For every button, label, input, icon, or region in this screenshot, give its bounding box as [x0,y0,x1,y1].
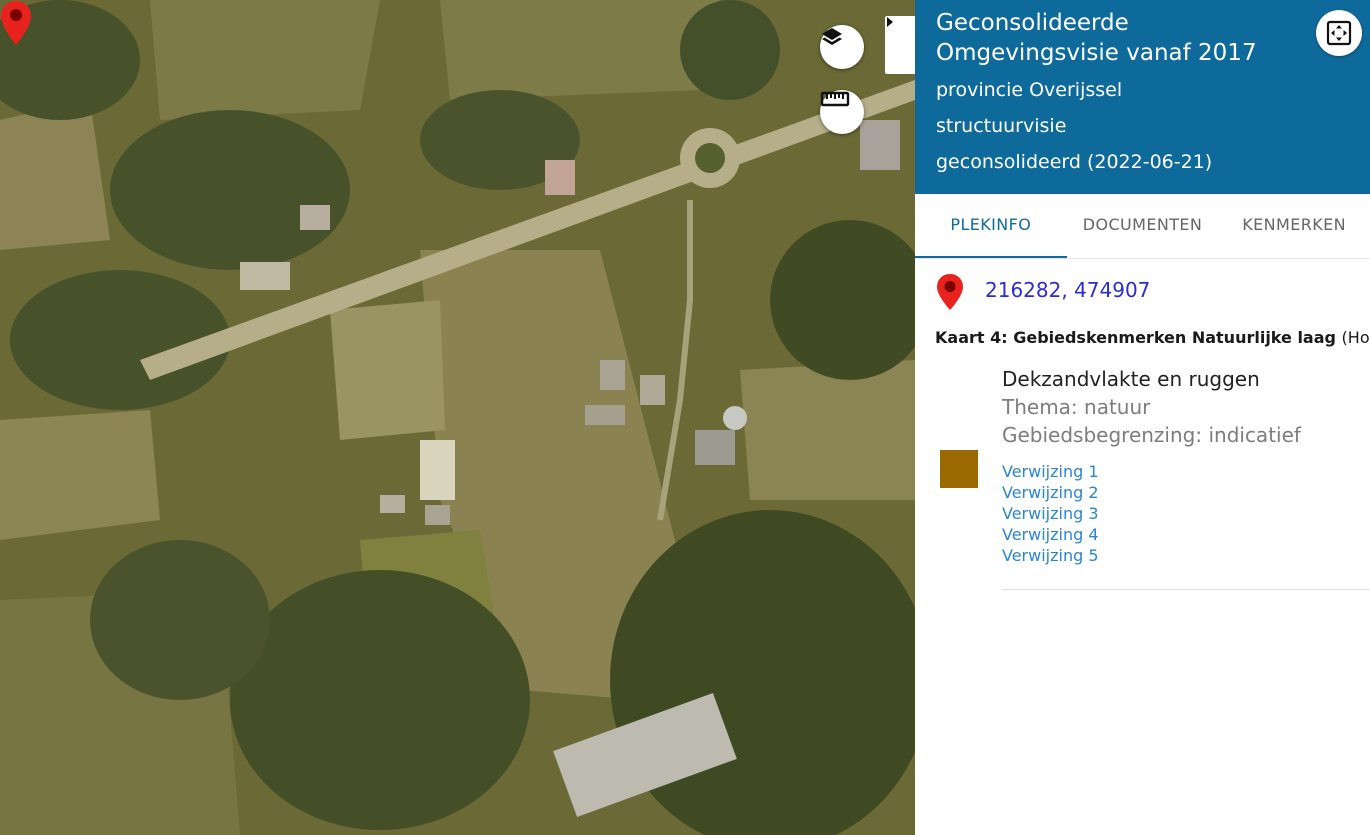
reference-list: Verwijzing 1 Verwijzing 2 Verwijzing 3 V… [1002,461,1370,566]
fullscreen-button[interactable] [1316,10,1362,56]
info-panel: Geconsolideerde Omgevingsvisie vanaf 201… [915,0,1370,835]
layers-icon [822,28,842,45]
panel-header: Geconsolideerde Omgevingsvisie vanaf 201… [915,0,1370,194]
aerial-photo [0,0,915,835]
plan-authority: provincie Overijssel [936,79,1123,101]
feature-entry: Dekzandvlakte en ruggen Thema: natuur Ge… [915,365,1370,605]
feature-theme: Thema: natuur [1002,395,1151,419]
plan-status: geconsolideerd (2022-06-21) [936,151,1213,173]
map-layer-title: Kaart 4: Gebiedskenmerken Natuurlijke la… [935,328,1370,347]
fullscreen-icon [1326,20,1352,46]
location-pin-icon [937,274,963,310]
legend-swatch [940,450,978,488]
reference-link-4[interactable]: Verwijzing 4 [1002,524,1370,545]
plan-type: structuurvisie [936,115,1067,137]
map-layer-title-suffix: (Hoe) [1341,328,1370,347]
plan-meta: provincie Overijssel structuurvisie geco… [936,72,1370,180]
reference-link-5[interactable]: Verwijzing 5 [1002,545,1370,566]
coordinates-link[interactable]: 216282, 474907 [985,278,1150,302]
map-marker-icon[interactable] [0,0,32,46]
reference-link-1[interactable]: Verwijzing 1 [1002,461,1370,482]
collapse-panel-button[interactable] [885,16,915,74]
tab-plekinfo[interactable]: PLEKINFO [915,194,1067,258]
feature-name: Dekzandvlakte en ruggen [1002,367,1260,391]
layers-button[interactable] [820,25,864,69]
ruler-icon [820,91,850,107]
location-row: 216282, 474907 [915,259,1370,323]
feature-body: Dekzandvlakte en ruggen Thema: natuur Ge… [1002,365,1370,566]
reference-link-2[interactable]: Verwijzing 2 [1002,482,1370,503]
aerial-map[interactable] [0,0,915,835]
tab-documenten[interactable]: DOCUMENTEN [1067,194,1219,258]
map-layer-title-text: Kaart 4: Gebiedskenmerken Natuurlijke la… [935,328,1336,347]
chevron-right-icon [887,17,893,27]
feature-boundary: Gebiedsbegrenzing: indicatief [1002,423,1301,447]
feature-divider [1002,589,1370,590]
tab-kenmerken[interactable]: KENMERKEN [1218,194,1370,258]
panel-tabs: PLEKINFO DOCUMENTEN KENMERKEN [915,194,1370,259]
measure-button[interactable] [820,90,864,134]
plan-title: Geconsolideerde Omgevingsvisie vanaf 201… [936,10,1257,66]
reference-link-3[interactable]: Verwijzing 3 [1002,503,1370,524]
